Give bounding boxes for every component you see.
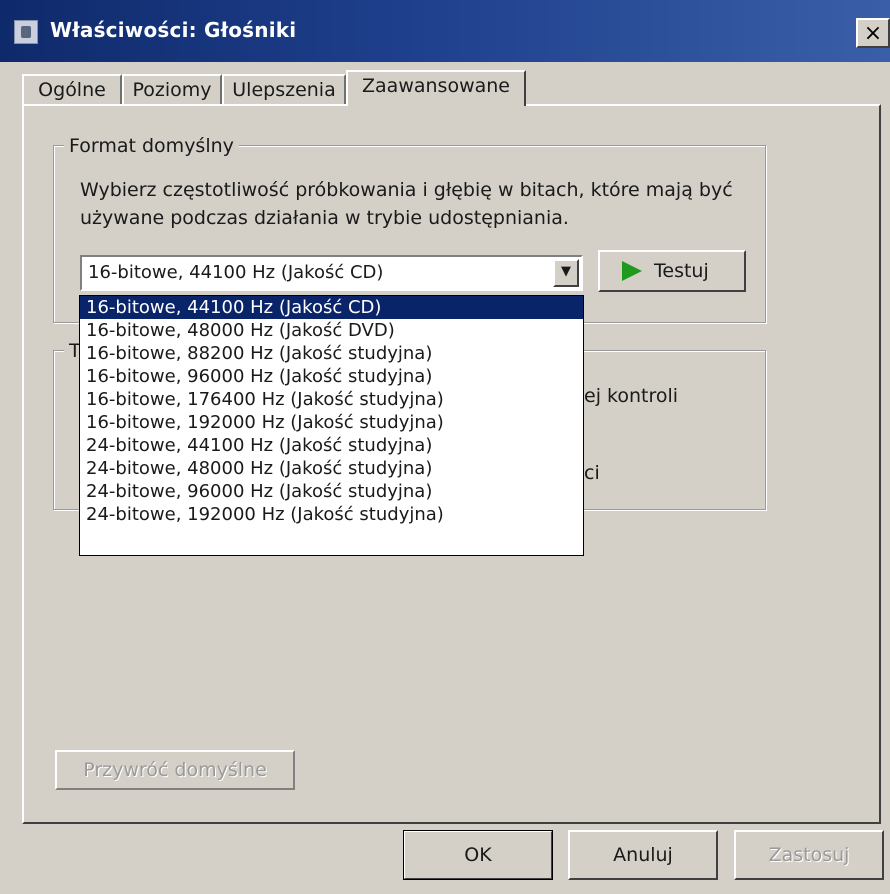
chevron-down-icon[interactable]: ▼	[553, 259, 579, 287]
tab-enhancements[interactable]: Ulepszenia	[222, 74, 346, 104]
close-button[interactable]: ×	[856, 18, 890, 48]
apply-button[interactable]: Zastosuj	[734, 830, 884, 880]
format-option[interactable]: 24-bitowe, 192000 Hz (Jakość studyjna)	[80, 503, 583, 526]
format-select[interactable]: 16-bitowe, 44100 Hz (Jakość CD) ▼	[80, 255, 583, 291]
test-button-label: Testuj	[654, 260, 709, 282]
format-dropdown-list[interactable]: 16-bitowe, 44100 Hz (Jakość CD) 16-bitow…	[79, 295, 584, 556]
format-option[interactable]: 16-bitowe, 48000 Hz (Jakość DVD)	[80, 319, 583, 342]
format-option[interactable]: 24-bitowe, 96000 Hz (Jakość studyjna)	[80, 480, 583, 503]
tab-advanced[interactable]: Zaawansowane	[346, 70, 526, 106]
cancel-button[interactable]: Anuluj	[568, 830, 718, 880]
tab-levels[interactable]: Poziomy	[122, 74, 222, 104]
play-icon	[622, 261, 642, 281]
format-select-value: 16-bitowe, 44100 Hz (Jakość CD)	[88, 262, 384, 283]
format-option[interactable]: 24-bitowe, 44100 Hz (Jakość studyjna)	[80, 434, 583, 457]
format-option[interactable]: 16-bitowe, 192000 Hz (Jakość studyjna)	[80, 411, 583, 434]
window-title: Właściwości: Głośniki	[50, 18, 297, 42]
title-bar: Właściwości: Głośniki ×	[0, 0, 890, 62]
speaker-icon	[14, 20, 38, 44]
test-button[interactable]: Testuj	[598, 250, 746, 292]
ok-button[interactable]: OK	[403, 830, 553, 880]
format-option[interactable]: 16-bitowe, 44100 Hz (Jakość CD)	[80, 296, 583, 319]
exclusive-option-text: ej kontroli	[584, 385, 679, 407]
format-option[interactable]: 16-bitowe, 96000 Hz (Jakość studyjna)	[80, 365, 583, 388]
tab-general[interactable]: Ogólne	[22, 74, 122, 104]
exclusive-priority-text: ci	[584, 462, 600, 484]
restore-defaults-button[interactable]: Przywróć domyślne	[55, 750, 295, 790]
default-format-title: Format domyślny	[64, 135, 239, 157]
format-option[interactable]: 16-bitowe, 176400 Hz (Jakość studyjna)	[80, 388, 583, 411]
format-option[interactable]: 24-bitowe, 48000 Hz (Jakość studyjna)	[80, 457, 583, 480]
format-option[interactable]: 16-bitowe, 88200 Hz (Jakość studyjna)	[80, 342, 583, 365]
format-description: Wybierz częstotliwość próbkowania i głęb…	[80, 179, 733, 229]
